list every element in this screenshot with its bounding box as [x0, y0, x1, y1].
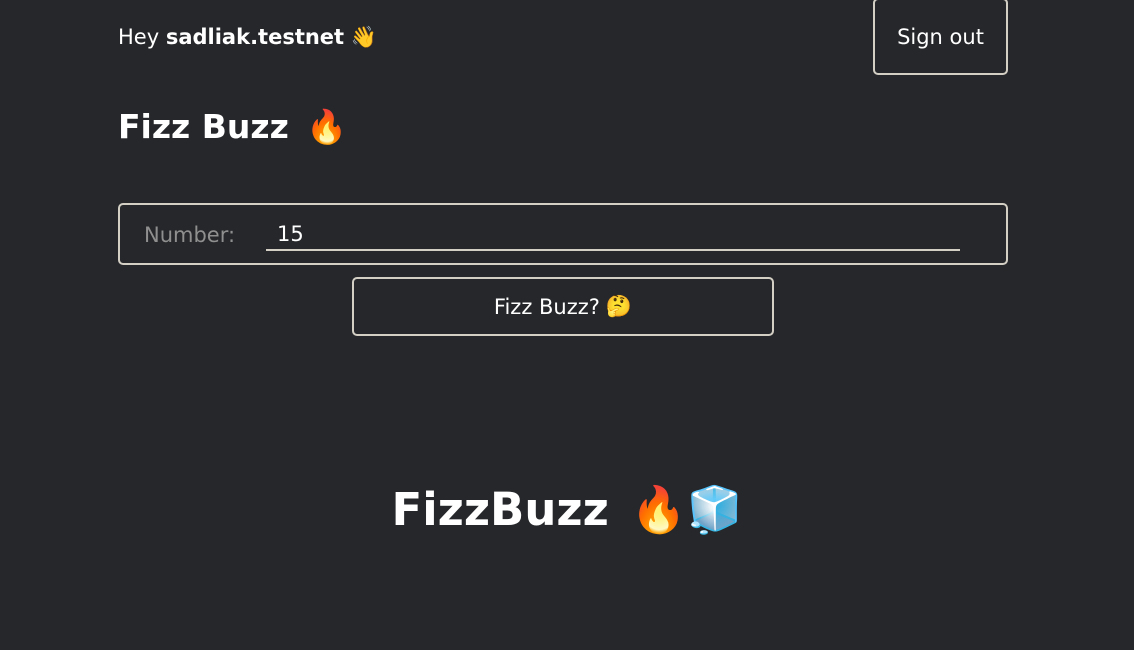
fizz-buzz-submit-button[interactable]: Fizz Buzz? 🤔 [352, 277, 774, 336]
result-text: FizzBuzz [391, 483, 609, 536]
waving-hand-icon: 👋 [350, 25, 377, 49]
submit-label: Fizz Buzz? [493, 294, 600, 319]
username: sadliak.testnet [165, 25, 345, 49]
fire-ice-icon: 🔥🧊 [630, 483, 743, 536]
number-label: Number: [144, 223, 236, 247]
fire-icon: 🔥 [306, 107, 348, 146]
number-input[interactable] [266, 219, 960, 251]
fizzbuzz-page: Hey sadliak.testnet 👋 Sign out Fizz Buzz… [0, 0, 1134, 650]
greeting: Hey sadliak.testnet 👋 [118, 22, 377, 52]
page-title-text: Fizz Buzz [118, 107, 289, 146]
greeting-prefix: Hey [118, 25, 160, 49]
page-title: Fizz Buzz 🔥 [118, 106, 347, 148]
result: FizzBuzz 🔥🧊 [0, 482, 1134, 538]
number-form: Number: [118, 203, 1008, 265]
thinking-face-icon: 🤔 [605, 294, 633, 318]
sign-out-button[interactable]: Sign out [873, 0, 1008, 75]
